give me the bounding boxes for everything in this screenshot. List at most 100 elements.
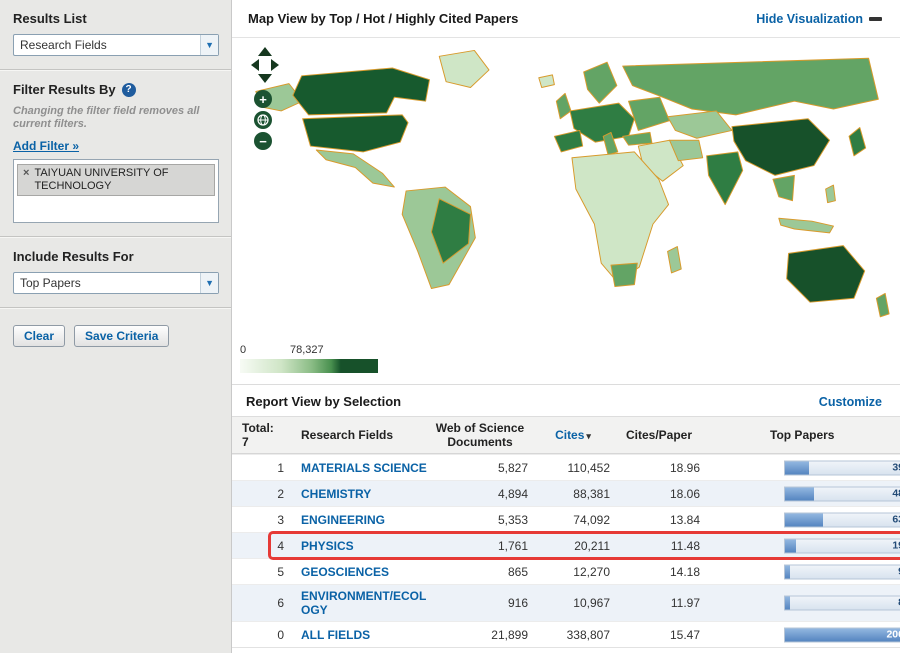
cites-per-paper-value: 18.96 (669, 460, 700, 475)
top-papers-cell: 8 (704, 595, 900, 612)
map-title: Map View by Top / Hot / Highly Cited Pap… (248, 11, 519, 26)
customize-link[interactable]: Customize (819, 395, 882, 409)
map-header: Map View by Top / Hot / Highly Cited Pap… (232, 0, 900, 38)
column-header-wos-documents: Web of Science Documents (435, 421, 525, 449)
cites-value: 338,807 (566, 627, 610, 642)
country-indonesia (778, 217, 834, 234)
top-papers-bar: 19 (784, 538, 900, 553)
wos-documents-value: 21,899 (491, 627, 528, 642)
region-eastern-europe (628, 96, 671, 131)
zoom-in-button[interactable]: + (254, 90, 272, 108)
column-header-top-papers: Top Papers (770, 428, 835, 442)
cites-per-paper-value: 11.48 (670, 538, 700, 553)
country-uk (555, 92, 572, 120)
include-results-dropdown[interactable]: Top Papers ▼ (13, 272, 219, 294)
sort-desc-icon: ▾ (586, 430, 591, 441)
top-papers-cell: 19 (704, 537, 900, 554)
results-list-heading: Results List (13, 11, 87, 26)
total-count: Total: 7 (232, 421, 296, 449)
sidebar-actions: Clear Save Criteria (0, 309, 231, 363)
legend-gradient-bar (240, 359, 378, 373)
top-papers-value: 206 (886, 628, 900, 640)
hide-visualization-link[interactable]: Hide Visualization (756, 12, 882, 26)
country-spain (553, 129, 584, 153)
column-header-cites[interactable]: Cites ▾ (532, 428, 614, 443)
sidebar: Results List Research Fields ▼ Filter Re… (0, 0, 232, 653)
column-header-cites-per-paper: Cites/Paper (625, 428, 693, 442)
app-window: Results List Research Fields ▼ Filter Re… (0, 0, 900, 653)
country-philippines (825, 184, 836, 204)
table-header-row: Total: 7 Research Fields Web of Science … (232, 416, 900, 454)
region-central-asia (667, 110, 733, 139)
filter-heading: Filter Results By ? (13, 82, 218, 97)
include-results-heading: Include Results For (13, 249, 134, 264)
research-field-link[interactable]: CHEMISTRY (301, 487, 371, 501)
legend-max-value: 78,327 (290, 344, 324, 356)
chevron-down-icon: ▼ (200, 273, 218, 293)
filter-note: Changing the filter field removes all cu… (13, 105, 200, 130)
zoom-out-button[interactable]: − (254, 132, 272, 150)
table-row: 1 MATERIALS SCIENCE 5,827 110,452 18.96 39 (232, 454, 900, 480)
top-papers-value: 48 (892, 487, 900, 499)
research-field-link[interactable]: PHYSICS (301, 539, 354, 553)
cites-value: 10,967 (573, 596, 610, 610)
active-filter-chip[interactable]: × TAIYUAN UNIVERSITY OF TECHNOLOGY (17, 164, 215, 196)
map-legend: 0 78,327 (232, 344, 900, 384)
table-row: 3 ENGINEERING 5,353 74,092 13.84 63 (232, 506, 900, 532)
region-scandinavia (583, 61, 618, 104)
research-field-cell: ALL FIELDS (296, 628, 428, 642)
results-list-dropdown[interactable]: Research Fields ▼ (13, 34, 219, 56)
cites-value: 12,270 (573, 564, 610, 579)
cites-header-label: Cites (555, 427, 585, 442)
wos-documents-value: 4,894 (497, 486, 528, 501)
research-field-cell: MATERIALS SCIENCE (296, 461, 428, 475)
add-filter-link[interactable]: Add Filter » (13, 139, 79, 153)
country-india (706, 151, 744, 206)
research-field-link[interactable]: GEOSCIENCES (301, 565, 389, 579)
include-results-section: Include Results For Top Papers ▼ (0, 238, 231, 307)
country-iceland (538, 74, 555, 89)
map-area: + − (232, 38, 900, 344)
pan-control-icon[interactable] (250, 46, 280, 84)
top-papers-value: 39 (892, 461, 900, 473)
world-map[interactable] (248, 42, 892, 336)
clear-button[interactable]: Clear (13, 325, 66, 347)
research-field-link[interactable]: ALL FIELDS (301, 628, 370, 642)
research-field-link[interactable]: MATERIALS SCIENCE (301, 461, 427, 475)
top-papers-bar: 8 (784, 595, 900, 611)
table-row: 0 ALL FIELDS 21,899 338,807 15.47 206 (232, 621, 900, 648)
row-rank: 0 (277, 627, 284, 642)
country-madagascar (667, 246, 682, 274)
table-row: 4 PHYSICS 1,761 20,211 11.48 19 (232, 531, 900, 560)
filter-heading-label: Filter Results By (13, 82, 116, 97)
cites-value: 88,381 (573, 486, 610, 501)
table-row: 2 CHEMISTRY 4,894 88,381 18.06 48 (232, 480, 900, 506)
wos-documents-value: 916 (507, 596, 528, 610)
remove-filter-icon[interactable]: × (23, 167, 29, 180)
report-header: Report View by Selection Customize (232, 384, 900, 416)
top-papers-value: 19 (892, 539, 900, 551)
globe-icon[interactable] (254, 111, 272, 129)
top-papers-cell: 48 (704, 485, 900, 502)
hide-visualization-label: Hide Visualization (756, 11, 863, 26)
top-papers-cell: 206 (704, 626, 900, 643)
save-criteria-button[interactable]: Save Criteria (74, 325, 170, 347)
pan-up-icon (258, 47, 272, 56)
research-field-link[interactable]: ENVIRONMENT/ECOLOGY (301, 589, 426, 617)
active-filters-listbox[interactable]: × TAIYUAN UNIVERSITY OF TECHNOLOGY (13, 159, 219, 223)
research-field-link[interactable]: ENGINEERING (301, 513, 385, 527)
cites-per-paper-value: 18.06 (669, 486, 700, 501)
pan-left-icon (251, 59, 259, 71)
report-title: Report View by Selection (246, 394, 402, 409)
top-papers-bar: 39 (784, 460, 900, 475)
table-row: 5 GEOSCIENCES 865 12,270 14.18 9 (232, 558, 900, 584)
top-papers-bar: 48 (784, 486, 900, 501)
cites-per-paper-value: 14.18 (669, 564, 700, 579)
country-japan (848, 127, 867, 157)
research-field-cell: PHYSICS (296, 539, 428, 553)
wos-documents-value: 5,827 (497, 460, 528, 475)
legend-min-value: 0 (240, 344, 247, 356)
include-results-selected: Top Papers (20, 276, 81, 290)
total-label: Total: (242, 421, 274, 435)
help-icon[interactable]: ? (121, 82, 136, 97)
